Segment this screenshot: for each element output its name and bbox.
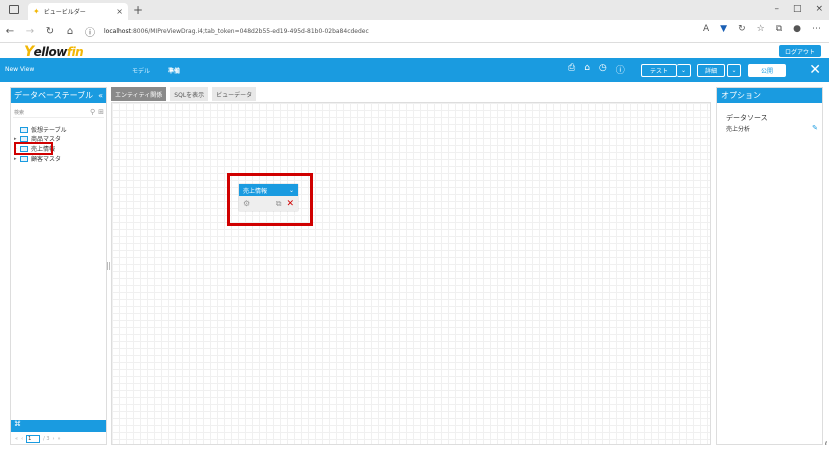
pager: « ‹ 1 / 3 › » — [15, 435, 61, 443]
tab-view-data[interactable]: ビューデータ — [212, 87, 257, 101]
folder-icon — [20, 155, 28, 162]
new-tab-button[interactable]: + — [133, 4, 143, 16]
browser-nav-bar: ← → ↻ ⌂ ⓘ localhost:8006/MIPreViewDrag.i… — [0, 20, 829, 42]
home-icon[interactable]: ⌂ — [60, 26, 80, 37]
refresh-extension-icon[interactable]: ↻ — [738, 24, 746, 34]
test-button[interactable]: テスト — [641, 64, 677, 77]
corner-marker: ℓ — [824, 441, 827, 447]
toolbar-icons: ⎙ ⌂ ◷ ⓘ — [568, 63, 625, 76]
folder-icon — [20, 126, 28, 133]
close-window-button[interactable]: × — [815, 4, 823, 14]
prev-page-icon[interactable]: ‹ — [21, 436, 23, 442]
tab-close-icon[interactable]: × — [116, 7, 123, 16]
book-icon[interactable]: ⌘ — [14, 420, 21, 428]
history-icon[interactable]: ◷ — [599, 63, 607, 76]
options-title: オプション — [717, 88, 822, 103]
search-icon[interactable]: ⚲ — [90, 108, 95, 116]
panel-title-bar: データベーステーブル « — [11, 88, 106, 103]
browser-extension-icons: A ▼ ↻ ☆ ⧉ ● ⋯ — [703, 24, 821, 34]
back-icon[interactable]: ← — [0, 26, 20, 37]
tab-favicon-icon: ✦ — [33, 7, 40, 16]
minimize-button[interactable]: – — [774, 4, 779, 14]
data-source-value: 売上分析 — [726, 126, 751, 133]
center-tabs: エンティティ関係 SQLを表示 ビューデータ — [111, 87, 257, 101]
table-search[interactable]: 検索 ⚲ ⊞ — [13, 107, 104, 118]
collections-icon[interactable]: ⧉ — [776, 24, 782, 34]
data-source-label: データソース — [726, 114, 768, 122]
page-total: / 3 — [43, 436, 50, 442]
tab-show-sql[interactable]: SQLを表示 — [170, 87, 209, 101]
detail-dropdown-icon[interactable]: ⌄ — [727, 64, 741, 77]
maximize-button[interactable]: □ — [793, 4, 802, 14]
entity-canvas[interactable] — [111, 102, 711, 445]
expand-icon[interactable]: ▸ — [14, 156, 18, 162]
expand-icon[interactable]: ▸ — [14, 136, 18, 142]
database-tables-panel: データベーステーブル « 検索 ⚲ ⊞ 仮想テーブル ▸ 商品マスタ ▸ 売上情報 ▸… — [10, 87, 107, 445]
tab-title: ビュービルダー — [43, 9, 86, 16]
view-builder-toolbar: New View モデル 準備 ⎙ ⌂ ◷ ⓘ テスト ⌄ 詳細 ⌄ 公開 ✕ — [0, 58, 829, 82]
profile-icon[interactable]: ● — [793, 24, 801, 34]
search-input[interactable]: 検索 — [14, 109, 24, 116]
lock-icon[interactable]: ⌂ — [584, 63, 590, 76]
folder-icon — [20, 135, 28, 142]
edit-pencil-icon[interactable]: ✎ — [812, 124, 818, 133]
refresh-icon[interactable]: ↻ — [40, 26, 60, 37]
logout-button[interactable]: ログアウト — [779, 45, 821, 57]
address-path: :8006/MIPreViewDrag.i4;tab_token=048d2b5… — [130, 27, 369, 35]
close-view-icon[interactable]: ✕ — [809, 62, 821, 78]
test-dropdown-icon[interactable]: ⌄ — [677, 64, 691, 77]
tab-prepare[interactable]: 準備 — [168, 66, 180, 75]
panel-footer-bar: ⌘ — [11, 420, 106, 432]
first-page-icon[interactable]: « — [15, 436, 18, 442]
tab-entity-relation[interactable]: エンティティ関係 — [111, 87, 167, 101]
info-icon[interactable]: ⓘ — [80, 24, 100, 39]
app-header: Yellowfin ログアウト — [0, 42, 829, 60]
tab-actions-icon[interactable] — [9, 5, 19, 14]
favorites-icon[interactable]: ☆ — [757, 24, 765, 34]
highlight-box — [227, 173, 313, 226]
detail-button[interactable]: 詳細 — [697, 64, 725, 77]
read-aloud-icon[interactable]: A — [703, 24, 709, 34]
more-icon[interactable]: ⋯ — [812, 24, 821, 34]
data-source-row: 売上分析 ✎ — [726, 124, 818, 133]
options-panel: オプション データソース 売上分析 ✎ — [716, 87, 823, 445]
browser-tab[interactable]: ✦ ビュービルダー × — [28, 3, 128, 20]
panel-title: データベーステーブル — [14, 91, 94, 100]
highlight-box — [14, 142, 53, 155]
info-icon[interactable]: ⓘ — [616, 63, 625, 76]
print-icon[interactable]: ⎙ — [568, 63, 575, 76]
address-bar[interactable]: localhost:8006/MIPreViewDrag.i4;tab_toke… — [104, 28, 369, 35]
view-name: New View — [5, 66, 35, 73]
tab-model[interactable]: モデル — [132, 66, 150, 75]
next-page-icon[interactable]: › — [53, 436, 55, 442]
tree-item-virtual-table[interactable]: 仮想テーブル — [14, 125, 67, 134]
page-number-input[interactable]: 1 — [26, 435, 41, 443]
shield-icon[interactable]: ▼ — [720, 24, 727, 34]
forward-icon[interactable]: → — [20, 26, 40, 37]
last-page-icon[interactable]: » — [58, 436, 61, 442]
collapse-icon[interactable]: « — [98, 91, 103, 100]
tree-item-customer-master[interactable]: ▸ 顧客マスタ — [14, 154, 61, 163]
add-table-icon[interactable]: ⊞ — [98, 108, 104, 116]
window-controls: – □ × — [774, 4, 823, 14]
publish-button[interactable]: 公開 — [748, 64, 786, 77]
panel-splitter[interactable] — [107, 262, 110, 270]
browser-tab-strip: ✦ ビュービルダー × + – □ × — [0, 0, 829, 20]
address-host: localhost — [104, 27, 131, 35]
